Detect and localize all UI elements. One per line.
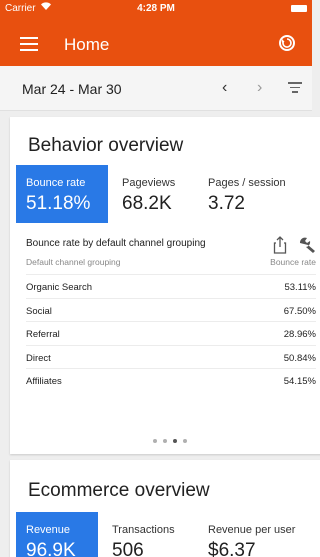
metric-label: Bounce rate bbox=[26, 177, 86, 189]
table-row[interactable]: Referral 28.96% bbox=[26, 321, 316, 345]
channel-table: Organic Search 53.11% Social 67.50% Refe… bbox=[26, 274, 316, 392]
page-dot[interactable] bbox=[183, 439, 187, 443]
toolbar: Home bbox=[0, 30, 312, 62]
row-label: Direct bbox=[26, 352, 51, 364]
metric-tab-transactions[interactable]: Transactions 506 bbox=[102, 512, 192, 557]
metric-tab-revenue[interactable]: Revenue 96.9K bbox=[16, 512, 98, 557]
metric-label: Revenue per user bbox=[208, 524, 296, 536]
metric-tab-pageviews[interactable]: Pageviews 68.2K bbox=[112, 165, 202, 223]
page-dot[interactable] bbox=[163, 439, 167, 443]
metric-label: Transactions bbox=[112, 524, 175, 536]
row-label: Affiliates bbox=[26, 376, 62, 388]
row-value: 50.84% bbox=[283, 352, 316, 364]
metric-tab-bounce-rate[interactable]: Bounce rate 51.18% bbox=[16, 165, 108, 223]
ecommerce-overview-card: Ecommerce overview Revenue 96.9K Transac… bbox=[10, 460, 320, 557]
metric-value: $6.37 bbox=[208, 540, 256, 557]
previous-range-button[interactable]: ‹ bbox=[222, 79, 227, 97]
share-icon[interactable] bbox=[273, 236, 287, 254]
metric-tabs: Revenue 96.9K Transactions 506 Revenue p… bbox=[16, 512, 320, 557]
app-bar: Carrier 4:28 PM Home bbox=[0, 0, 312, 66]
status-time: 4:28 PM bbox=[137, 3, 175, 14]
metric-label: Revenue bbox=[26, 524, 71, 536]
row-label: Organic Search bbox=[26, 282, 93, 293]
metric-value: 506 bbox=[112, 540, 144, 557]
metric-value: 3.72 bbox=[208, 193, 245, 214]
metric-column-header: Bounce rate bbox=[270, 257, 316, 267]
battery-icon bbox=[291, 5, 307, 12]
row-value: 67.50% bbox=[283, 305, 316, 317]
status-bar: Carrier 4:28 PM bbox=[0, 0, 312, 18]
dimension-header: Default channel grouping bbox=[26, 257, 121, 267]
row-value: 54.15% bbox=[283, 376, 316, 388]
refresh-icon[interactable] bbox=[277, 33, 297, 53]
next-range-button[interactable]: › bbox=[257, 79, 262, 97]
filter-icon[interactable] bbox=[288, 82, 302, 94]
table-row[interactable]: Organic Search 53.11% bbox=[26, 274, 316, 298]
row-label: Social bbox=[26, 305, 52, 317]
table-row[interactable]: Direct 50.84% bbox=[26, 344, 316, 369]
page-title: Home bbox=[64, 35, 110, 54]
metric-label: Pageviews bbox=[122, 177, 176, 189]
table-row[interactable]: Social 67.50% bbox=[26, 297, 316, 322]
hamburger-icon[interactable] bbox=[20, 37, 38, 51]
table-title: Bounce rate by default channel grouping bbox=[26, 238, 206, 249]
metric-tabs: Bounce rate 51.18% Pageviews 68.2K Pages… bbox=[16, 165, 320, 223]
metric-value: 96.9K bbox=[26, 540, 76, 557]
metric-tab-revenue-per-user[interactable]: Revenue per user $6.37 bbox=[198, 512, 318, 557]
date-range-label[interactable]: Mar 24 - Mar 30 bbox=[22, 81, 122, 97]
page-dot[interactable] bbox=[153, 439, 157, 443]
date-range-bar: Mar 24 - Mar 30 ‹ › bbox=[0, 66, 312, 111]
row-value: 53.11% bbox=[284, 282, 316, 293]
wrench-icon[interactable] bbox=[298, 236, 316, 254]
metric-value: 51.18% bbox=[26, 193, 91, 214]
page-indicator[interactable] bbox=[10, 430, 320, 448]
metric-value: 68.2K bbox=[122, 193, 172, 214]
table-header: Bounce rate by default channel grouping … bbox=[26, 235, 316, 273]
metric-label: Pages / session bbox=[208, 177, 286, 189]
table-row[interactable]: Affiliates 54.15% bbox=[26, 368, 316, 392]
row-value: 28.96% bbox=[283, 329, 316, 341]
row-label: Referral bbox=[26, 329, 60, 341]
metric-tab-pages-per-session[interactable]: Pages / session 3.72 bbox=[198, 165, 318, 223]
card-title: Behavior overview bbox=[28, 135, 184, 156]
page-dot-active[interactable] bbox=[173, 439, 177, 443]
card-title: Ecommerce overview bbox=[28, 480, 210, 501]
behavior-overview-card: Behavior overview Bounce rate 51.18% Pag… bbox=[10, 117, 320, 454]
